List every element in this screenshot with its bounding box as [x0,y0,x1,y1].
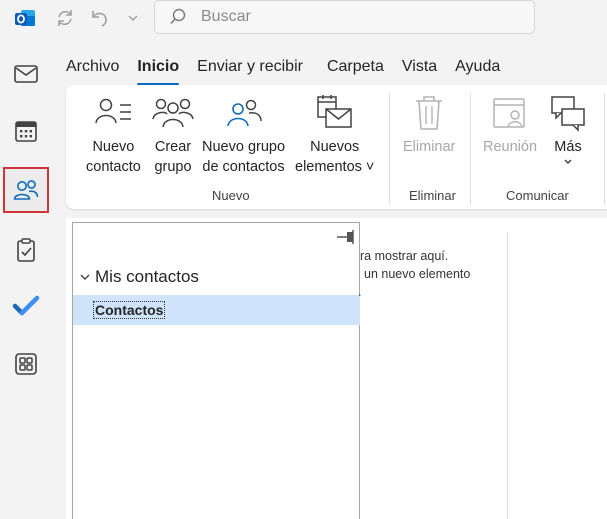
search-input[interactable]: Buscar [154,0,535,34]
calendar-icon [15,121,37,142]
trash-icon [416,96,443,130]
outlook-logo-icon [15,10,35,26]
meeting-label: Reunión [483,139,538,155]
new-items-icon [316,95,352,128]
group-label-eliminar: Eliminar [409,188,456,203]
chevron-down-icon [564,159,572,164]
delete-label: Eliminar [403,139,456,155]
people-icon [13,180,39,200]
folder-pane: Mis contactos Contactos [72,222,360,519]
tasks-nav-button[interactable] [4,228,48,272]
apps-grid-icon [15,353,37,375]
new-contact-button[interactable]: Nuevo contacto [86,93,141,177]
search-icon [170,8,186,25]
clipboard-check-icon [17,238,35,262]
chat-bubbles-icon [551,96,585,132]
pin-icon[interactable] [335,228,357,246]
new-items-label-1: Nuevos [310,139,360,155]
folder-item-label: Contactos [93,301,166,319]
new-contact-group-label-2: de contactos [202,159,285,175]
empty-message-line: . [358,285,362,299]
group-label-nuevo: Nuevo [212,188,250,203]
create-group-label-2: grupo [154,159,192,175]
meeting-icon [493,98,525,128]
search-placeholder: Buscar [201,8,251,25]
pane-divider [507,232,508,519]
folder-group-label: Mis contactos [95,267,199,286]
tab-enviar-y-recibir[interactable]: Enviar y recibir [197,57,303,81]
todo-nav-button[interactable] [4,284,48,328]
more-button[interactable]: Más [546,93,590,167]
ribbon-separator [604,93,605,205]
todo-check-icon [12,295,40,316]
new-contact-group-button[interactable]: Nuevo grupo de contactos [202,93,285,177]
sync-icon[interactable] [53,6,77,30]
create-group-button[interactable]: Crear grupo [151,93,195,177]
empty-message-line: ra mostrar aquí. [360,249,449,263]
contact-card-icon [95,98,132,124]
group-label-comunicar: Comunicar [506,188,569,203]
ribbon: Nuevo contacto Crear grupo Nuevo grupo d… [66,85,607,209]
ribbon-separator [389,93,390,205]
tab-vista[interactable]: Vista [402,57,437,81]
new-contact-group-label-1: Nuevo grupo [202,139,286,155]
tab-ayuda[interactable]: Ayuda [455,57,500,81]
new-contact-label-2: contacto [86,159,141,175]
chevron-down-icon [80,274,90,280]
calendar-nav-button[interactable] [4,109,48,153]
app-rail [0,38,52,519]
create-group-label-1: Crear [154,139,192,155]
new-items-label-2: elementos ˅ [295,159,375,175]
content-area: Mis contactos Contactos ra mostrar aquí.… [66,218,607,519]
tab-carpeta[interactable]: Carpeta [327,57,384,81]
new-contact-label-1: Nuevo [92,139,135,155]
apps-nav-button[interactable] [4,342,48,386]
meeting-button[interactable]: Reunión [483,93,537,157]
folder-item-contactos[interactable]: Contactos [73,295,360,325]
title-bar: Buscar [0,0,607,38]
group-icon [152,98,194,128]
new-items-button[interactable]: Nuevos elementos ˅ [295,93,374,177]
tab-inicio[interactable]: Inicio [137,57,179,86]
ribbon-tabs: Archivo Inicio Enviar y recibir Carpeta … [66,57,518,86]
people-nav-button[interactable] [3,167,49,213]
chevron-down-icon[interactable] [121,6,145,30]
delete-button[interactable]: Eliminar [403,93,455,157]
contact-group-icon [226,99,262,127]
more-label: Más [554,139,582,155]
folder-group-heading[interactable]: Mis contactos [79,267,199,287]
undo-icon[interactable] [88,6,112,30]
tab-archivo[interactable]: Archivo [66,57,119,81]
empty-message-line: un nuevo elemento [364,267,471,281]
ribbon-separator [470,93,471,205]
mail-nav-button[interactable] [4,52,48,96]
mail-icon [14,65,38,83]
